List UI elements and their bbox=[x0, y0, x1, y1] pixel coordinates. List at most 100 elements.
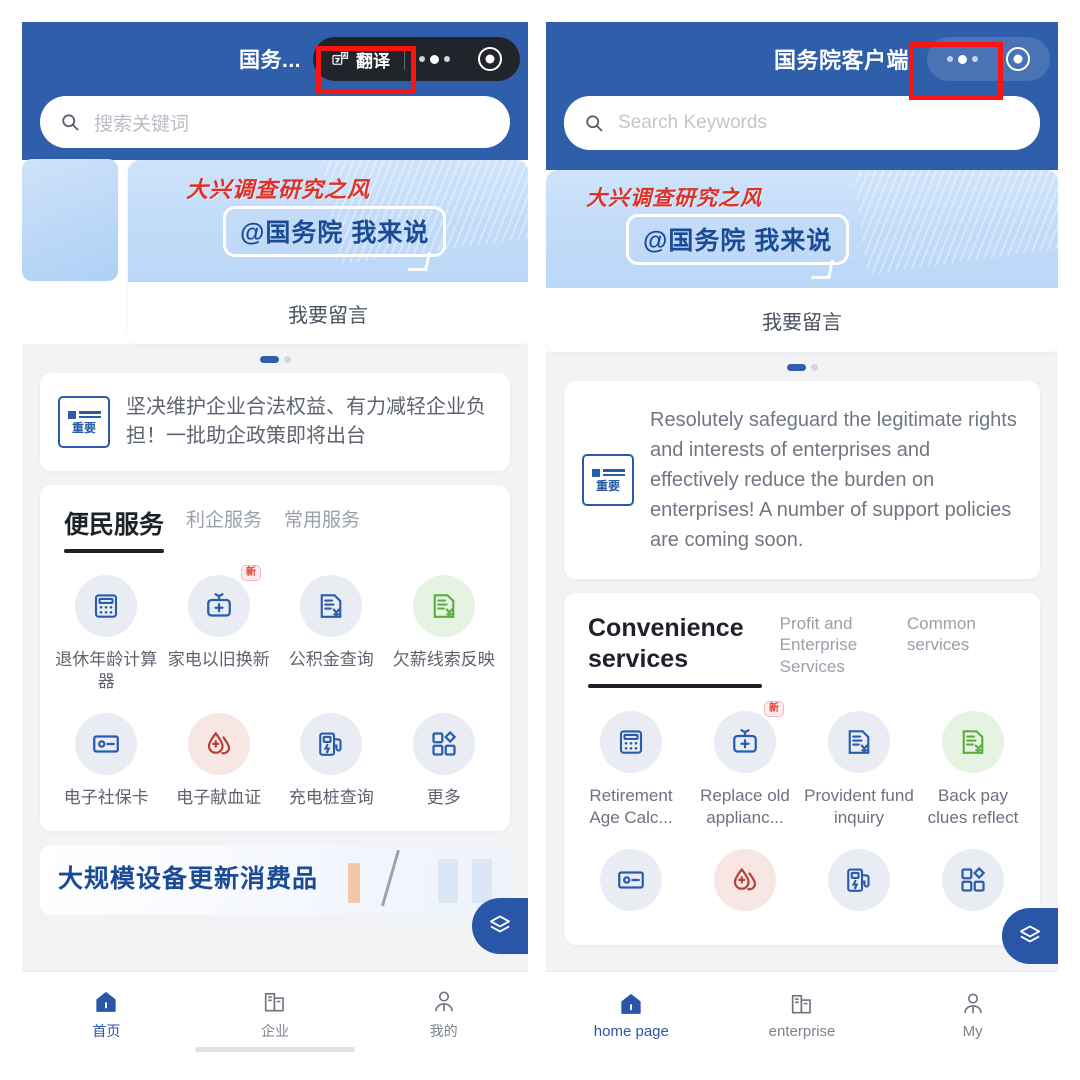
left-banner-cta[interactable]: 我要留言 bbox=[128, 282, 528, 344]
tab-common-services[interactable]: Common services bbox=[907, 613, 1016, 668]
service-item-appliance-trade-in[interactable]: 新 家电以旧换新 bbox=[163, 565, 276, 693]
carousel-peek-card[interactable] bbox=[22, 159, 118, 281]
left-services-grid: 退休年龄计算器 新 家电以旧换新 公积金查询 欠薪线索反映 电子社保卡 电子献血… bbox=[50, 565, 501, 809]
service-item-blood-donation[interactable]: 电子献血证 bbox=[163, 713, 276, 809]
service-label: Back pay clues reflect bbox=[927, 785, 1019, 827]
left-notice-card[interactable]: 重要 坚决维护企业合法权益、有力减轻企业负担！一批助企政策即将出台 bbox=[40, 373, 510, 471]
right-banner-bubble: @国务院 我来说 bbox=[626, 214, 850, 265]
service-item-back-pay-clues[interactable]: Back pay clues reflect bbox=[916, 710, 1030, 829]
right-header: 国务院客户端 Search Keywords bbox=[546, 22, 1058, 170]
tab-enterprise-services[interactable]: Profit and Enterprise Services bbox=[780, 613, 889, 689]
service-label: Provident fund inquiry bbox=[804, 785, 914, 827]
service-item-retirement-calculator[interactable]: Retirement Age Calc... bbox=[574, 710, 688, 829]
service-item-charging-pile[interactable] bbox=[802, 848, 916, 923]
service-item-more[interactable]: 更多 bbox=[388, 713, 501, 809]
right-carousel[interactable]: 大兴调查研究之风 @国务院 我来说 我要留言 bbox=[546, 170, 1058, 381]
service-item-provident-fund[interactable]: 公积金查询 bbox=[275, 575, 388, 693]
more-dots-icon bbox=[947, 54, 978, 64]
service-item-blood-donation[interactable] bbox=[688, 848, 802, 923]
right-search-bar[interactable]: Search Keywords bbox=[564, 96, 1040, 150]
left-floating-layers-button[interactable] bbox=[472, 898, 528, 954]
right-floating-layers-button[interactable] bbox=[1002, 908, 1058, 964]
tab-enterprise-services[interactable]: 利企服务 bbox=[186, 505, 262, 544]
tabbar-item-enterprise[interactable]: enterprise bbox=[717, 991, 888, 1040]
service-item-retirement-calculator[interactable]: 退休年龄计算器 bbox=[50, 575, 163, 693]
home-icon bbox=[93, 989, 119, 1015]
left-promo-card[interactable]: 大规模设备更新消费品 bbox=[40, 845, 510, 916]
tabbar-item-home[interactable]: home page bbox=[546, 991, 717, 1040]
promo-decor-bar bbox=[438, 859, 458, 904]
tabbar-item-enterprise[interactable]: 企业 bbox=[191, 989, 360, 1041]
pager-dot[interactable] bbox=[810, 364, 818, 371]
promo-decor-bar bbox=[472, 859, 492, 904]
tab-convenience-services[interactable]: 便民服务 bbox=[64, 505, 165, 553]
tabbar-item-my[interactable]: 我的 bbox=[359, 989, 528, 1041]
right-app-title: 国务院客户端 bbox=[773, 48, 909, 73]
document-yuan-green-icon bbox=[412, 575, 475, 637]
right-services-card: Convenience services Profit and Enterpri… bbox=[564, 593, 1040, 945]
translate-button[interactable]: 翻译 bbox=[317, 37, 404, 81]
search-icon bbox=[584, 113, 604, 133]
target-button[interactable] bbox=[992, 37, 1044, 81]
carousel-active-card[interactable]: 大兴调查研究之风 @国务院 我来说 我要留言 bbox=[128, 160, 528, 344]
tab-label: Profit and Enterprise Services bbox=[779, 614, 858, 676]
service-item-more[interactable] bbox=[916, 848, 1030, 923]
carousel-active-card[interactable]: 大兴调查研究之风 @国务院 我来说 我要留言 bbox=[546, 170, 1058, 352]
right-capsule-menu[interactable] bbox=[927, 37, 1050, 81]
document-yuan-icon bbox=[300, 575, 363, 637]
tabbar-label: 首页 bbox=[92, 1023, 121, 1039]
left-banner-headline: 大兴调查研究之风 bbox=[186, 177, 371, 202]
tab-common-services[interactable]: 常用服务 bbox=[284, 505, 360, 544]
service-item-social-security-card[interactable] bbox=[574, 848, 688, 923]
service-label: 电子社保卡 bbox=[63, 788, 149, 808]
right-tabbar: home page enterprise My bbox=[546, 972, 1058, 1058]
layers-icon bbox=[1017, 923, 1043, 949]
grid-more-icon bbox=[942, 848, 1004, 911]
appliance-tv-icon bbox=[187, 575, 250, 637]
pager-dot[interactable] bbox=[283, 356, 291, 363]
tabbar-label: My bbox=[962, 1022, 983, 1040]
right-carousel-pager[interactable] bbox=[546, 352, 1058, 381]
tabbar-item-home[interactable]: 首页 bbox=[22, 989, 191, 1041]
service-item-charging-pile[interactable]: 充电桩查询 bbox=[275, 713, 388, 809]
tab-convenience-services[interactable]: Convenience services bbox=[588, 613, 762, 688]
left-capsule-menu[interactable]: 翻译 bbox=[313, 37, 520, 81]
pager-dot-active[interactable] bbox=[259, 356, 279, 363]
service-label: Replace old applianc... bbox=[700, 785, 790, 827]
more-menu-button[interactable] bbox=[405, 37, 464, 81]
left-phone-screen: 国务... 翻译 搜索关键词 大兴调查研究之风 @国务院 我来说 我要留言 重要… bbox=[22, 22, 528, 1058]
target-button[interactable] bbox=[464, 37, 516, 81]
tabbar-label: home page bbox=[593, 1022, 669, 1040]
left-carousel-pager[interactable] bbox=[22, 344, 528, 373]
promo-decor-bar bbox=[348, 863, 360, 904]
tabbar-label: enterprise bbox=[768, 1022, 836, 1040]
service-item-provident-fund[interactable]: Provident fund inquiry bbox=[802, 710, 916, 829]
left-banner-bubble: @国务院 我来说 bbox=[223, 206, 447, 257]
right-phone-screen: 国务院客户端 Search Keywords 大兴调查研究之风 @国务院 我来说… bbox=[546, 22, 1058, 1058]
right-banner-headline: 大兴调查研究之风 bbox=[586, 187, 762, 210]
tabbar-item-my[interactable]: My bbox=[887, 991, 1058, 1040]
important-badge-icon: 重要 bbox=[582, 454, 634, 506]
more-menu-button[interactable] bbox=[933, 37, 992, 81]
new-badge: 新 bbox=[764, 700, 784, 717]
left-carousel[interactable]: 大兴调查研究之风 @国务院 我来说 我要留言 bbox=[22, 159, 528, 373]
service-label: 电子献血证 bbox=[176, 788, 262, 808]
pager-dot-active[interactable] bbox=[786, 364, 806, 371]
service-item-appliance-trade-in[interactable]: 新 Replace old applianc... bbox=[688, 700, 802, 829]
service-item-social-security-card[interactable]: 电子社保卡 bbox=[50, 713, 163, 809]
service-item-back-pay-clues[interactable]: 欠薪线索反映 bbox=[388, 575, 501, 693]
left-tabbar: 首页 企业 我的 bbox=[22, 972, 528, 1058]
right-services-grid: Retirement Age Calc... 新 Replace old app… bbox=[574, 700, 1030, 923]
calculator-icon bbox=[600, 710, 662, 773]
tabbar-label: 我的 bbox=[429, 1023, 458, 1039]
right-banner-subhead: @国务院 我来说 bbox=[643, 227, 833, 255]
right-banner-cta[interactable]: 我要留言 bbox=[546, 288, 1058, 352]
left-search-bar[interactable]: 搜索关键词 bbox=[40, 96, 510, 148]
social-security-card-icon bbox=[75, 713, 138, 776]
grid-more-icon bbox=[412, 713, 475, 776]
tab-label: Common services bbox=[906, 614, 976, 655]
charging-pile-icon bbox=[300, 713, 363, 776]
right-notice-text: Resolutely safeguard the legitimate righ… bbox=[650, 409, 1017, 551]
right-header-row: 国务院客户端 bbox=[546, 22, 1058, 96]
right-notice-card[interactable]: 重要 Resolutely safeguard the legitimate r… bbox=[564, 381, 1040, 579]
